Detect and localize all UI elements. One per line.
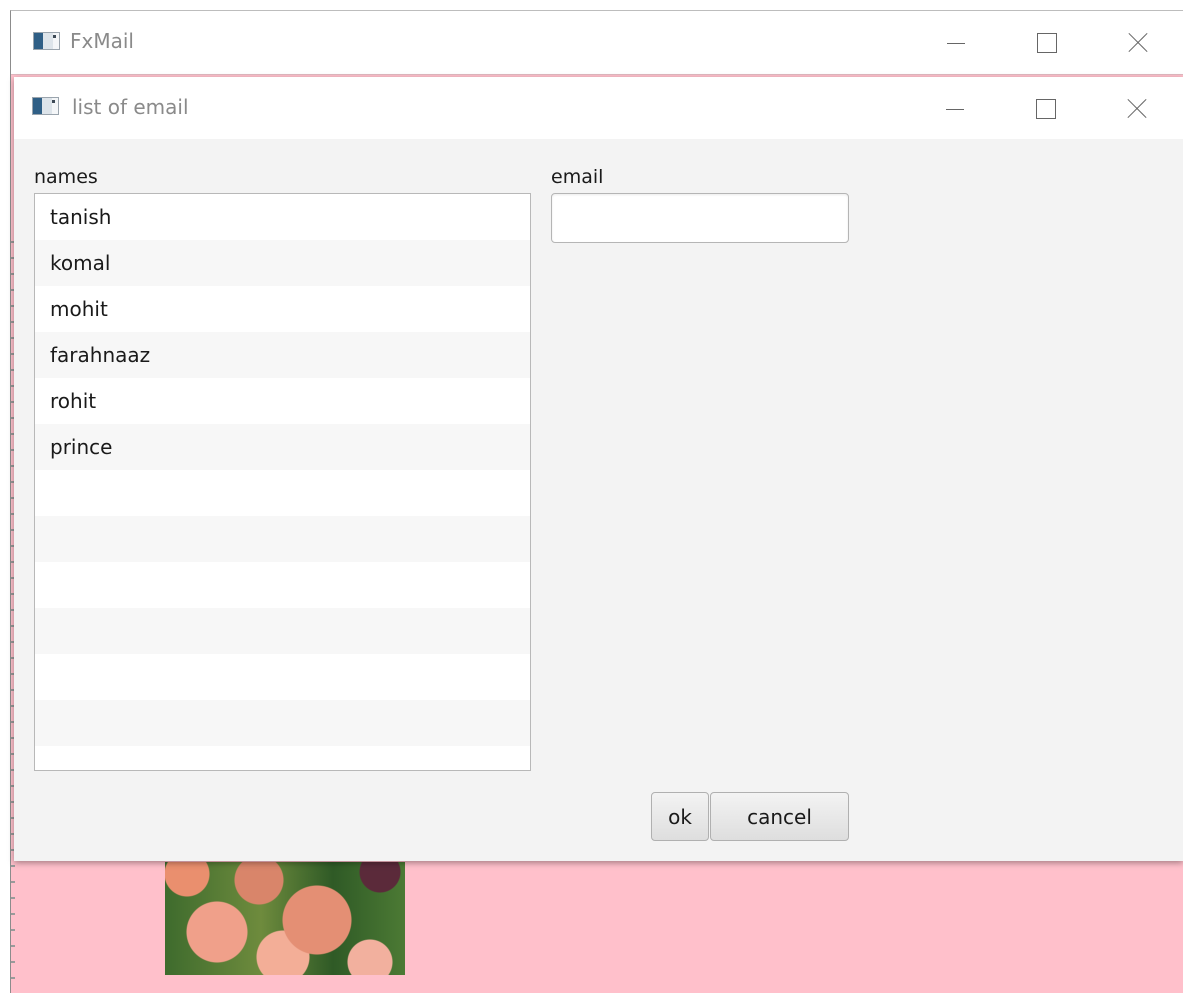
maximize-icon[interactable] bbox=[1023, 22, 1069, 62]
ok-button[interactable]: ok bbox=[651, 792, 709, 841]
list-item-komal[interactable]: komal bbox=[35, 240, 530, 286]
app-icon bbox=[32, 97, 59, 115]
dialog-titlebar[interactable]: list of email bbox=[14, 77, 1183, 139]
list-item-empty bbox=[35, 562, 530, 608]
email-label: email bbox=[551, 166, 604, 188]
minimize-icon[interactable] bbox=[933, 22, 979, 62]
list-item-empty bbox=[35, 516, 530, 562]
close-icon[interactable] bbox=[1114, 88, 1160, 128]
list-of-email-dialog: list of email names email tanish komal m… bbox=[14, 77, 1183, 861]
names-label: names bbox=[34, 166, 98, 188]
dialog-title: list of email bbox=[72, 95, 189, 119]
list-item-mohit[interactable]: mohit bbox=[35, 286, 530, 332]
app-icon bbox=[33, 32, 60, 50]
list-item-empty bbox=[35, 470, 530, 516]
minimize-icon[interactable] bbox=[932, 88, 978, 128]
list-item-empty bbox=[35, 700, 530, 746]
main-window-title: FxMail bbox=[70, 29, 134, 53]
names-list[interactable]: tanish komal mohit farahnaaz rohit princ… bbox=[34, 193, 531, 771]
flowers-image bbox=[165, 862, 405, 975]
email-input[interactable] bbox=[551, 193, 849, 243]
maximize-icon[interactable] bbox=[1022, 88, 1068, 128]
main-titlebar[interactable]: FxMail bbox=[11, 11, 1183, 75]
list-item-farahnaaz[interactable]: farahnaaz bbox=[35, 332, 530, 378]
close-icon[interactable] bbox=[1115, 22, 1161, 62]
list-item-tanish[interactable]: tanish bbox=[35, 194, 530, 240]
cancel-button[interactable]: cancel bbox=[710, 792, 849, 841]
list-item-empty bbox=[35, 654, 530, 700]
list-item-prince[interactable]: prince bbox=[35, 424, 530, 470]
list-item-empty bbox=[35, 608, 530, 654]
list-item-rohit[interactable]: rohit bbox=[35, 378, 530, 424]
